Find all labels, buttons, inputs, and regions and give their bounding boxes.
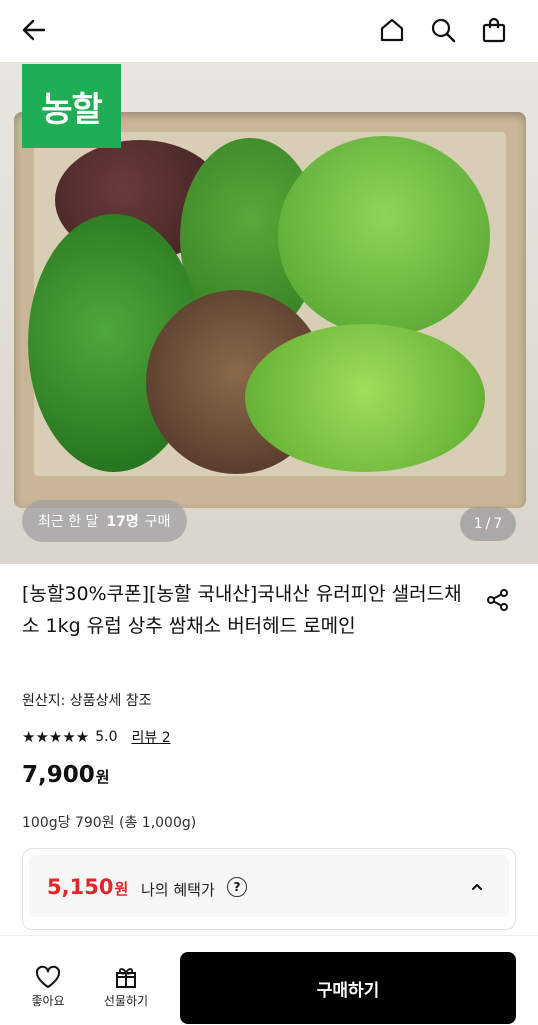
benefit-price-panel[interactable]: 5,150원 나의 혜택가 ?: [22, 848, 516, 930]
purchase-prefix: 최근 한 달: [38, 514, 99, 530]
page-total: 7: [493, 516, 503, 532]
heart-icon: [18, 962, 78, 992]
review-link[interactable]: 리뷰 2: [132, 727, 171, 747]
benefit-price-unit: 원: [114, 880, 129, 898]
origin-info: 원산지: 상품상세 참조: [22, 693, 152, 709]
back-arrow-icon[interactable]: [18, 14, 50, 46]
butterhead-leaf: [278, 136, 490, 336]
green-oak-leaf: [245, 324, 485, 472]
gift-icon: [96, 962, 156, 992]
shopping-bag-icon[interactable]: [478, 14, 510, 46]
home-icon[interactable]: [376, 14, 408, 46]
recent-purchase-badge: 최근 한 달 17명 구매: [22, 500, 187, 542]
share-icon[interactable]: [484, 586, 512, 614]
buy-button[interactable]: 구매하기: [180, 952, 516, 1024]
benefit-label: 나의 혜택가: [141, 881, 215, 899]
price-value: 7,900: [22, 762, 95, 788]
benefit-price: 5,150원: [47, 875, 128, 899]
page-current: 1: [473, 516, 483, 532]
rating-value: 5.0: [95, 729, 118, 745]
benefit-price-inner: 5,150원 나의 혜택가 ?: [29, 855, 509, 917]
search-icon[interactable]: [427, 14, 459, 46]
unit-price: 100g당 790원 (총 1,000g): [22, 815, 197, 831]
help-icon[interactable]: ?: [227, 877, 247, 897]
page-separator: /: [485, 516, 491, 532]
image-page-counter: 1 / 7: [460, 507, 516, 541]
price-unit: 원: [95, 768, 110, 786]
star-rating-icon: ★★★★★: [22, 728, 90, 746]
purchase-count: 17명: [106, 514, 139, 530]
benefit-price-value: 5,150: [47, 875, 114, 899]
purchase-suffix: 구매: [144, 514, 171, 530]
brand-badge: 농할: [22, 64, 121, 148]
bottom-action-bar: 좋아요 선물하기 구매하기: [0, 935, 538, 1025]
like-label: 좋아요: [31, 994, 65, 1008]
top-navigation-bar: [0, 0, 538, 62]
gift-label: 선물하기: [103, 994, 149, 1008]
product-title: [농할30%쿠폰][농할 국내산]국내산 유러피안 샐러드채소 1kg 유럽 상…: [22, 583, 462, 637]
gift-button[interactable]: 선물하기: [96, 962, 156, 1009]
chevron-up-icon[interactable]: [467, 877, 487, 897]
product-price: 7,900원: [22, 762, 110, 788]
like-button[interactable]: 좋아요: [18, 962, 78, 1009]
rating-row: ★★★★★ 5.0 리뷰 2: [22, 727, 171, 747]
